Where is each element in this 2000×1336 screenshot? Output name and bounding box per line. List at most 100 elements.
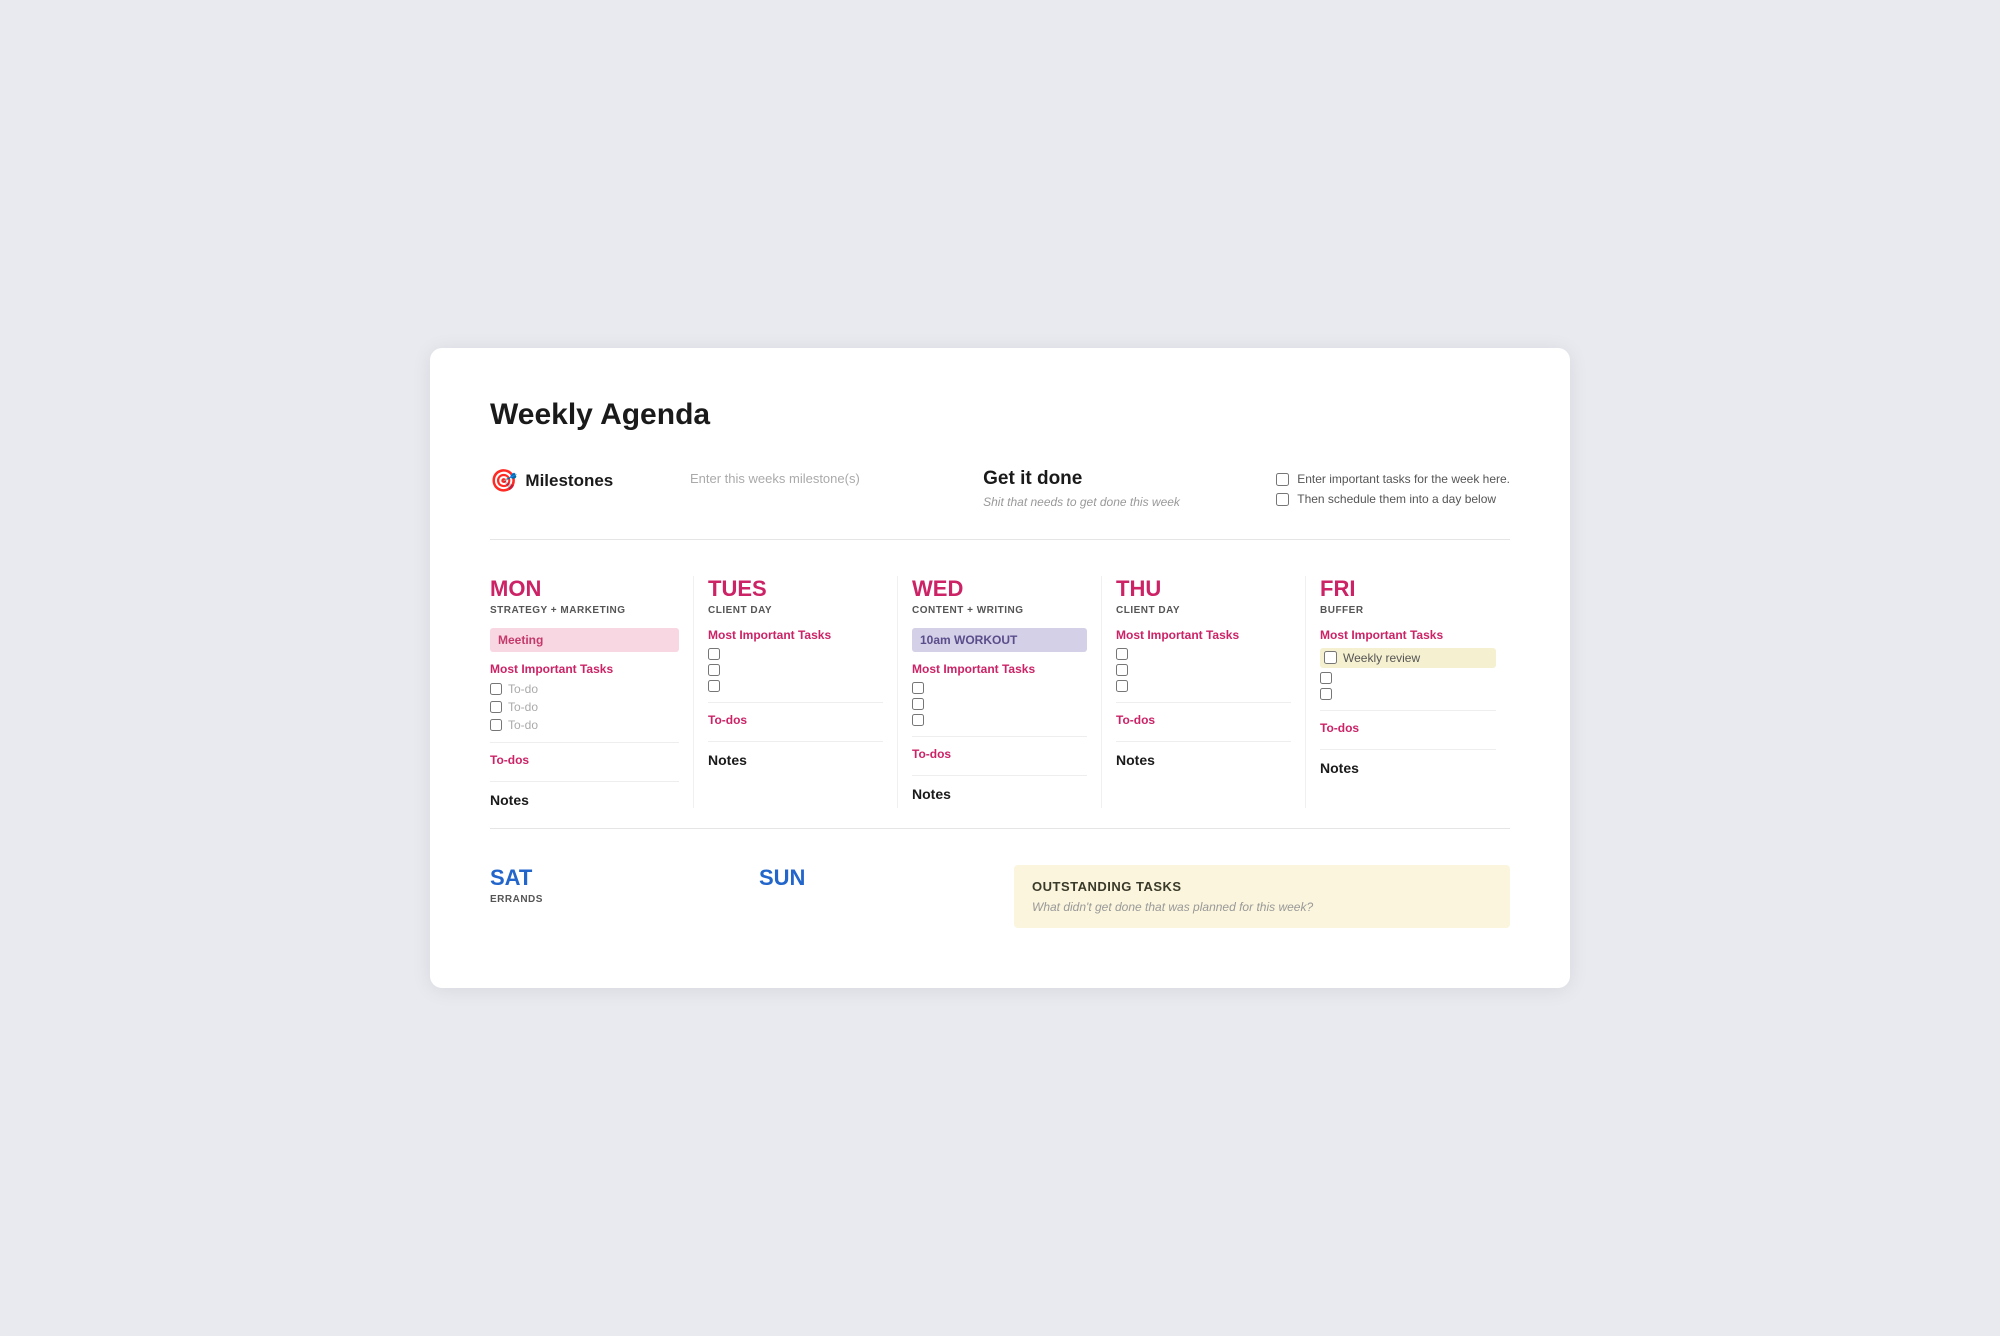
milestone-icon: 🎯 (490, 468, 517, 494)
day-name-sat: SAT (490, 865, 731, 891)
page-title: Weekly Agenda (490, 398, 1510, 432)
tues-mit-label: Most Important Tasks (708, 628, 883, 642)
tues-notes-label: Notes (708, 752, 883, 768)
thu-divider-2 (1116, 741, 1291, 742)
wed-cb-3[interactable] (912, 714, 1087, 726)
day-name-wed: WED (912, 576, 1087, 602)
wed-cb-3-input[interactable] (912, 714, 924, 726)
thu-cb-2-input[interactable] (1116, 664, 1128, 676)
wed-divider (912, 736, 1087, 737)
mon-todo-checkbox-3[interactable] (490, 719, 502, 731)
day-sub-wed: CONTENT + WRITING (912, 605, 1087, 616)
tues-divider-2 (708, 741, 883, 742)
thu-todos-link[interactable]: To-dos (1116, 713, 1291, 727)
wed-cb-2-input[interactable] (912, 698, 924, 710)
get-it-done-title: Get it done (983, 468, 1236, 490)
fri-cb-2[interactable] (1320, 672, 1496, 684)
days-grid: MON STRATEGY + MARKETING Meeting Most Im… (490, 576, 1510, 829)
important-tasks-check[interactable]: Enter important tasks for the week here. (1276, 472, 1510, 486)
tues-cb-1-input[interactable] (708, 648, 720, 660)
day-col-sun: SUN (745, 865, 1000, 928)
day-col-mon: MON STRATEGY + MARKETING Meeting Most Im… (490, 576, 694, 808)
day-sub-thu: CLIENT DAY (1116, 605, 1291, 616)
tues-cb-2[interactable] (708, 664, 883, 676)
wed-todos-link[interactable]: To-dos (912, 747, 1087, 761)
weekly-agenda-card: Weekly Agenda 🎯 Milestones Enter this we… (430, 348, 1570, 988)
fri-divider (1320, 710, 1496, 711)
day-name-fri: FRI (1320, 576, 1496, 602)
day-name-thu: THU (1116, 576, 1291, 602)
wed-highlight: 10am WORKOUT (912, 628, 1087, 652)
get-it-done-checks: Enter important tasks for the week here.… (1276, 468, 1510, 506)
tues-divider (708, 702, 883, 703)
tues-cb-1[interactable] (708, 648, 883, 660)
schedule-check[interactable]: Then schedule them into a day below (1276, 492, 1510, 506)
fri-notes-label: Notes (1320, 760, 1496, 776)
outstanding-subtitle: What didn't get done that was planned fo… (1032, 900, 1492, 914)
mon-todo-text-1: To-do (508, 682, 538, 696)
fri-weekly-review-checkbox[interactable] (1324, 651, 1337, 664)
day-col-sat: SAT ERRANDS (490, 865, 745, 928)
thu-cb-1[interactable] (1116, 648, 1291, 660)
day-name-sun: SUN (759, 865, 986, 891)
thu-cb-2[interactable] (1116, 664, 1291, 676)
wed-divider-2 (912, 775, 1087, 776)
mon-mit-label: Most Important Tasks (490, 662, 679, 676)
important-tasks-label: Enter important tasks for the week here. (1297, 472, 1510, 486)
day-col-tues: TUES CLIENT DAY Most Important Tasks To-… (694, 576, 898, 808)
mon-todo-text-3: To-do (508, 718, 538, 732)
wed-cb-1-input[interactable] (912, 682, 924, 694)
mon-divider (490, 742, 679, 743)
wed-cb-2[interactable] (912, 698, 1087, 710)
day-sub-fri: BUFFER (1320, 605, 1496, 616)
mon-todo-text-2: To-do (508, 700, 538, 714)
fri-divider-2 (1320, 749, 1496, 750)
mon-todo-list: To-do To-do To-do (490, 682, 679, 732)
wed-checkbox-list (912, 682, 1087, 726)
day-name-mon: MON (490, 576, 679, 602)
day-col-fri: FRI BUFFER Most Important Tasks Weekly r… (1306, 576, 1510, 808)
tues-checkbox-list (708, 648, 883, 692)
wed-mit-label: Most Important Tasks (912, 662, 1087, 676)
mon-todos-link[interactable]: To-dos (490, 753, 679, 767)
wed-notes-label: Notes (912, 786, 1087, 802)
mon-todo-checkbox-2[interactable] (490, 701, 502, 713)
get-it-done-subtitle: Shit that needs to get done this week (983, 494, 1236, 511)
schedule-checkbox[interactable] (1276, 493, 1289, 506)
mon-todo-2[interactable]: To-do (490, 700, 679, 714)
thu-cb-3[interactable] (1116, 680, 1291, 692)
outstanding-title: OUTSTANDING TASKS (1032, 879, 1492, 894)
day-sub-mon: STRATEGY + MARKETING (490, 605, 679, 616)
mon-notes-label: Notes (490, 792, 679, 808)
day-name-tues: TUES (708, 576, 883, 602)
tues-cb-2-input[interactable] (708, 664, 720, 676)
tues-cb-3-input[interactable] (708, 680, 720, 692)
schedule-label: Then schedule them into a day below (1297, 492, 1496, 506)
thu-divider (1116, 702, 1291, 703)
thu-cb-3-input[interactable] (1116, 680, 1128, 692)
important-tasks-checkbox[interactable] (1276, 473, 1289, 486)
thu-mit-label: Most Important Tasks (1116, 628, 1291, 642)
fri-todos-link[interactable]: To-dos (1320, 721, 1496, 735)
thu-cb-1-input[interactable] (1116, 648, 1128, 660)
outstanding-box: OUTSTANDING TASKS What didn't get done t… (1014, 865, 1510, 928)
day-col-thu: THU CLIENT DAY Most Important Tasks To-d… (1102, 576, 1306, 808)
milestones-section: 🎯 Milestones Enter this weeks milestone(… (490, 468, 1510, 540)
tues-cb-3[interactable] (708, 680, 883, 692)
fri-weekly-review[interactable]: Weekly review (1320, 648, 1496, 668)
fri-cb-2-input[interactable] (1320, 672, 1332, 684)
wed-cb-1[interactable] (912, 682, 1087, 694)
fri-weekly-review-label: Weekly review (1343, 651, 1420, 665)
day-col-wed: WED CONTENT + WRITING 10am WORKOUT Most … (898, 576, 1102, 808)
get-it-done-section: Get it done Shit that needs to get done … (983, 468, 1236, 511)
fri-mit-label: Most Important Tasks (1320, 628, 1496, 642)
milestones-placeholder: Enter this weeks milestone(s) (690, 468, 943, 486)
fri-cb-3-input[interactable] (1320, 688, 1332, 700)
mon-todo-1[interactable]: To-do (490, 682, 679, 696)
mon-todo-3[interactable]: To-do (490, 718, 679, 732)
bottom-row: SAT ERRANDS SUN OUTSTANDING TASKS What d… (490, 865, 1510, 928)
mon-todo-checkbox-1[interactable] (490, 683, 502, 695)
tues-todos-link[interactable]: To-dos (708, 713, 883, 727)
fri-cb-3[interactable] (1320, 688, 1496, 700)
fri-checkbox-list: Weekly review (1320, 648, 1496, 700)
